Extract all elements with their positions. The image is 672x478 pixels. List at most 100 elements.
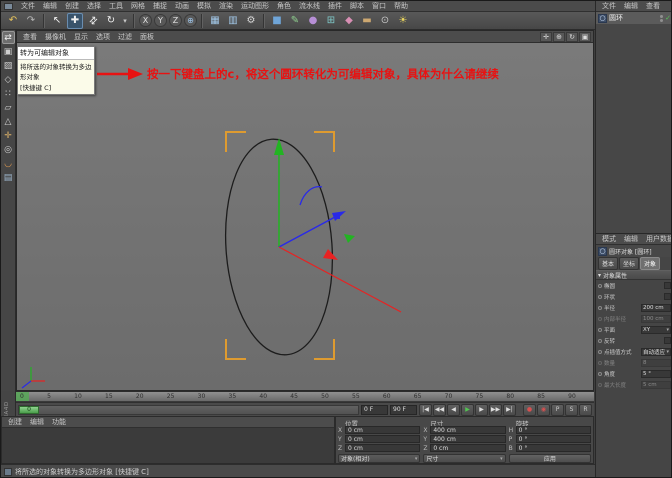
rotate-tool-icon[interactable]: ↻ <box>103 13 119 29</box>
size-input[interactable]: 400 cm <box>430 426 506 434</box>
object-manager-menu-item[interactable]: 文件 <box>598 1 620 11</box>
material-menu-item[interactable]: 功能 <box>48 417 70 427</box>
menubar-item[interactable]: 选择 <box>83 1 105 11</box>
z-axis-handle[interactable] <box>278 216 336 248</box>
position-input[interactable]: 0 cm <box>345 444 421 452</box>
toggle-view-icon[interactable]: ▣ <box>579 31 591 42</box>
menubar-item[interactable]: 角色 <box>273 1 295 11</box>
rotation-band-handle[interactable] <box>299 186 323 206</box>
material-menu-item[interactable]: 创建 <box>4 417 26 427</box>
x-axis-handle[interactable] <box>278 246 402 313</box>
menubar-item[interactable]: 脚本 <box>346 1 368 11</box>
render-picture-viewer-icon[interactable]: ▥ <box>225 13 241 29</box>
size-input[interactable]: 400 cm <box>430 435 506 443</box>
lock-x-icon[interactable]: X <box>139 14 152 27</box>
scale-tool-icon[interactable]: ⇅ <box>82 9 105 32</box>
keyframe-dot-icon[interactable] <box>598 305 602 310</box>
snapping-icon[interactable]: ◡ <box>2 157 15 170</box>
keyframe-dot-icon[interactable] <box>598 349 602 354</box>
attribute-tab[interactable]: 坐标 <box>619 257 640 270</box>
camera-icon[interactable]: ⊙ <box>377 13 393 29</box>
attribute-checkbox[interactable] <box>664 282 671 289</box>
undo-icon[interactable]: ↶ <box>5 13 21 29</box>
viewport-solo-icon[interactable]: ◎ <box>2 143 15 156</box>
attribute-checkbox[interactable] <box>664 337 671 344</box>
rotation-input[interactable]: 0 ° <box>515 426 591 434</box>
start-frame-input[interactable]: 0 F <box>361 404 388 415</box>
object-axis-icon[interactable]: ✛ <box>2 129 15 142</box>
goto-start-button[interactable]: |◀ <box>419 403 432 416</box>
goto-end-button[interactable]: ▶| <box>503 403 516 416</box>
x-axis-arrowhead[interactable] <box>323 249 338 260</box>
material-menu-item[interactable]: 编辑 <box>26 417 48 427</box>
enabled-check-icon[interactable]: ✓ <box>665 14 671 22</box>
polygons-mode-icon[interactable]: △ <box>2 115 15 128</box>
coordinate-space-select[interactable]: 对象(相对) ▾ <box>338 454 421 463</box>
add-cube-icon[interactable]: ■ <box>269 13 285 29</box>
workplane-mode-icon[interactable]: ◇ <box>2 73 15 86</box>
attribute-tab[interactable]: 基本 <box>598 257 619 270</box>
viewport-menu-item[interactable]: 选项 <box>92 32 114 42</box>
attribute-tab[interactable]: 对象 <box>640 257 661 270</box>
spline-pen-icon[interactable]: ✎ <box>287 13 303 29</box>
deformer-icon[interactable]: ◆ <box>341 13 357 29</box>
attribute-number[interactable]: 100 cm <box>641 314 671 323</box>
object-list[interactable]: ○ 圆环 ✓ <box>596 12 671 233</box>
plane-handle-green[interactable] <box>344 234 355 243</box>
redo-icon[interactable]: ↷ <box>23 13 39 29</box>
visibility-toggles[interactable] <box>660 14 664 22</box>
attribute-number[interactable]: 5 cm <box>641 380 671 389</box>
render-settings-icon[interactable]: ⚙ <box>243 13 259 29</box>
texture-mode-icon[interactable]: ▨ <box>2 59 15 72</box>
object-name[interactable]: 圆环 <box>609 13 623 23</box>
rotate-view-icon[interactable]: ↻ <box>566 31 578 42</box>
live-selection-icon[interactable]: ↖ <box>49 13 65 29</box>
current-frame-handle[interactable]: 0 <box>19 405 39 414</box>
subdivision-surface-icon[interactable]: ● <box>305 13 321 29</box>
attribute-menu-item[interactable]: 用户数据 <box>642 234 671 244</box>
keyframe-dot-icon[interactable] <box>598 327 602 332</box>
prev-key-button[interactable]: ◀◀ <box>433 403 446 416</box>
attribute-dropdown[interactable]: XY <box>641 325 671 334</box>
attribute-number[interactable]: 5 ° <box>641 369 671 378</box>
render-visibility-dot[interactable] <box>660 18 664 22</box>
axis-plane-handle[interactable] <box>336 215 340 219</box>
last-tool-icon[interactable]: ▾ <box>121 13 129 29</box>
lock-workplane-icon[interactable]: ▤ <box>2 171 15 184</box>
menubar-item[interactable]: 编辑 <box>39 1 61 11</box>
menubar-item[interactable]: 窗口 <box>368 1 390 11</box>
attribute-menu-item[interactable]: 编辑 <box>620 234 642 244</box>
edges-mode-icon[interactable]: ▱ <box>2 101 15 114</box>
menubar-item[interactable]: 流水线 <box>295 1 324 11</box>
prev-frame-button[interactable]: ◀ <box>447 403 460 416</box>
keyframe-dot-icon[interactable] <box>598 294 602 299</box>
record-keyframe-button[interactable]: ● <box>523 403 536 416</box>
attribute-dropdown[interactable]: 自动适应 <box>641 347 671 356</box>
viewport-canvas[interactable]: 按一下键盘上的c，将这个圆环转化为可编辑对象，具体为什么请继续 转为可编辑对象 … <box>17 43 593 390</box>
attribute-number[interactable]: 8 <box>641 358 671 367</box>
apply-button[interactable]: 应用 <box>508 454 591 463</box>
position-input[interactable]: 0 cm <box>345 435 421 443</box>
keyframe-dot-icon[interactable] <box>598 371 602 376</box>
menubar-item[interactable]: 帮助 <box>390 1 412 11</box>
record-scale-button[interactable]: S <box>565 403 578 416</box>
viewport-menu-item[interactable]: 面板 <box>136 32 158 42</box>
object-manager-menu-item[interactable]: 编辑 <box>620 1 642 11</box>
record-rotation-button[interactable]: R <box>579 403 592 416</box>
pan-view-icon[interactable]: ✛ <box>540 31 552 42</box>
attribute-checkbox[interactable] <box>664 293 671 300</box>
menubar-item[interactable]: 创建 <box>61 1 83 11</box>
play-button[interactable]: ▶ <box>461 403 474 416</box>
move-tool-icon[interactable]: ✚ <box>67 12 83 29</box>
points-mode-icon[interactable]: ∷ <box>2 87 15 100</box>
rotation-input[interactable]: 0 ° <box>515 435 591 443</box>
object-manager-menu-item[interactable]: 查看 <box>642 1 664 11</box>
model-mode-icon[interactable]: ▣ <box>2 45 15 58</box>
make-editable-icon[interactable]: ⇄ <box>1 31 15 44</box>
viewport-menu-item[interactable]: 查看 <box>19 32 41 42</box>
record-position-button[interactable]: P <box>551 403 564 416</box>
menubar-item[interactable]: 文件 <box>17 1 39 11</box>
keyframe-dot-icon[interactable] <box>598 382 602 387</box>
menubar-item[interactable]: 捕捉 <box>149 1 171 11</box>
lock-y-icon[interactable]: Y <box>154 14 167 27</box>
